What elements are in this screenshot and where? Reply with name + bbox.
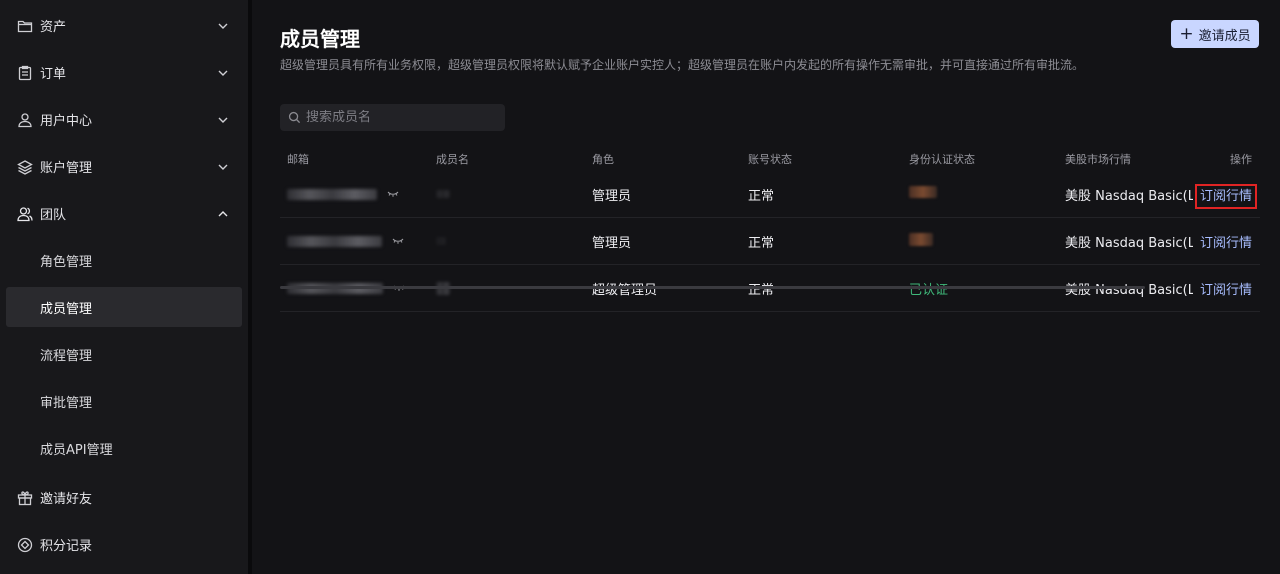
sidebar-item-process-management[interactable]: 流程管理: [6, 334, 242, 374]
market-data-cell: 美股 Nasdaq Basic(L1): [1065, 188, 1193, 204]
user-icon: [16, 111, 34, 129]
folder-icon: [16, 17, 34, 35]
sidebar-item-points-record[interactable]: 积分记录: [0, 521, 248, 568]
account-status-cell: 正常: [748, 235, 775, 251]
chevron-down-icon: [216, 113, 230, 127]
redacted-email: [287, 188, 377, 200]
invite-member-label: 邀请成员: [1198, 28, 1251, 44]
table-header: 邮箱 成员名 角色 账号状态 身份认证状态 美股市场行情 操作: [280, 147, 1260, 171]
account-status-cell: 正常: [748, 188, 775, 204]
role-cell: 管理员: [592, 188, 632, 204]
chevron-down-icon: [216, 19, 230, 33]
redacted-kyc: [909, 186, 937, 198]
eye-closed-icon[interactable]: [392, 237, 404, 245]
member-name-cell: [436, 234, 592, 249]
member-table: 邮箱 成员名 角色 账号状态 身份认证状态 美股市场行情 操作 管理员 正常 美…: [280, 147, 1260, 312]
sidebar-item-role-management[interactable]: 角色管理: [6, 240, 242, 280]
redacted-name: [436, 237, 446, 245]
table-row: 管理员 正常 美股 Nasdaq Basic(L1) 订阅行情: [280, 171, 1260, 218]
clipboard-icon: [16, 64, 34, 82]
sidebar-item-label: 资产: [40, 20, 67, 35]
sidebar-item-label: 订单: [40, 67, 67, 82]
sidebar-item-account-management[interactable]: 账户管理: [0, 143, 248, 190]
team-icon: [16, 205, 34, 223]
column-header-account-status: 账号状态: [748, 153, 792, 166]
sidebar-item-member-api-management[interactable]: 成员API管理: [6, 428, 242, 468]
column-header-email: 邮箱: [287, 153, 309, 166]
kyc-status-cell: [909, 186, 1065, 202]
redacted-name: [436, 190, 450, 198]
actions-cell: 订阅行情: [1193, 232, 1260, 251]
points-icon: [16, 536, 34, 554]
email-cell: [280, 187, 436, 202]
kyc-status-cell: [909, 232, 1065, 250]
sidebar-item-label: 用户中心: [40, 114, 93, 129]
redacted-email: [287, 235, 382, 247]
search-input[interactable]: [306, 110, 496, 125]
column-header-kyc-status: 身份认证状态: [909, 153, 975, 166]
page-description: 超级管理员具有所有业务权限，超级管理员权限将默认赋予企业账户实控人；超级管理员在…: [280, 58, 1085, 72]
member-name-cell: [436, 187, 592, 202]
table-row: 管理员 正常 美股 Nasdaq Basic(L1) 订阅行情: [280, 218, 1260, 265]
layers-icon: [16, 158, 34, 176]
sidebar-item-team[interactable]: 团队: [0, 190, 248, 237]
actions-cell: 订阅行情: [1193, 183, 1260, 209]
sidebar-item-label: 积分记录: [40, 539, 93, 554]
sidebar-item-label: 团队: [40, 208, 67, 223]
horizontal-scrollbar[interactable]: [280, 286, 1145, 289]
team-submenu: 角色管理 成员管理 流程管理 审批管理 成员API管理: [0, 240, 248, 468]
sidebar-item-member-management[interactable]: 成员管理: [6, 287, 242, 327]
sidebar: 资产 订单 用户中心 账户管理 团队 角色管理 成员管理 流程管理 审批管理 成…: [0, 0, 248, 574]
column-header-member-name: 成员名: [436, 153, 469, 166]
sidebar-item-approval-management[interactable]: 审批管理: [6, 381, 242, 421]
gift-icon: [16, 489, 34, 507]
sidebar-item-label: 邀请好友: [40, 492, 93, 507]
sidebar-item-user-center[interactable]: 用户中心: [0, 96, 248, 143]
chevron-down-icon: [216, 66, 230, 80]
sidebar-item-invite-friends[interactable]: 邀请好友: [0, 474, 248, 521]
sidebar-item-orders[interactable]: 订单: [0, 49, 248, 96]
invite-member-button[interactable]: + 邀请成员: [1171, 20, 1259, 48]
member-search[interactable]: [280, 104, 505, 131]
column-header-role: 角色: [592, 153, 614, 166]
sidebar-item-label: 账户管理: [40, 161, 93, 176]
sidebar-item-assets[interactable]: 资产: [0, 2, 248, 49]
chevron-up-icon: [216, 207, 230, 221]
main-content: 成员管理 超级管理员具有所有业务权限，超级管理员权限将默认赋予企业账户实控人；超…: [252, 0, 1280, 574]
email-cell: [280, 234, 436, 249]
subscribe-market-data-link[interactable]: 订阅行情: [1194, 183, 1258, 209]
eye-closed-icon[interactable]: [387, 190, 399, 198]
role-cell: 管理员: [592, 235, 632, 251]
market-data-cell: 美股 Nasdaq Basic(L1): [1065, 235, 1193, 251]
subscribe-market-data-link[interactable]: 订阅行情: [1200, 283, 1252, 298]
column-header-us-market-data: 美股市场行情: [1065, 153, 1131, 166]
search-icon: [288, 111, 301, 124]
page-title: 成员管理: [280, 27, 360, 51]
chevron-down-icon: [216, 160, 230, 174]
plus-icon: +: [1179, 23, 1194, 44]
redacted-kyc: [909, 232, 933, 246]
subscribe-market-data-link[interactable]: 订阅行情: [1200, 236, 1252, 251]
actions-cell: 订阅行情: [1193, 279, 1260, 298]
app-root: 资产 订单 用户中心 账户管理 团队 角色管理 成员管理 流程管理 审批管理 成…: [0, 0, 1280, 574]
column-header-actions: 操作: [1230, 153, 1252, 166]
